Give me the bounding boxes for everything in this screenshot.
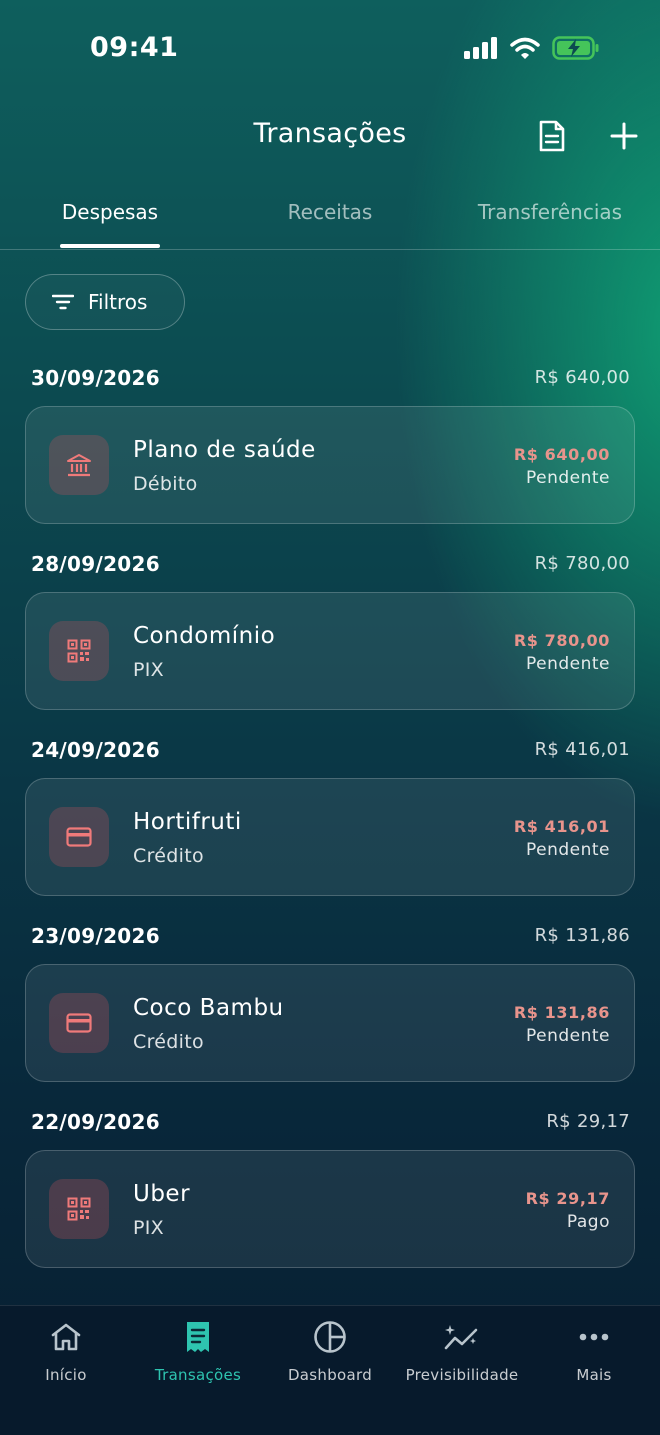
nav-previsibilidade[interactable]: Previsibilidade — [396, 1316, 528, 1384]
transaction-method: Crédito — [133, 1031, 204, 1053]
qr-code-icon — [67, 639, 91, 663]
home-icon — [51, 1323, 81, 1351]
qr-code-icon — [67, 1197, 91, 1221]
transaction-status: Pendente — [525, 1026, 610, 1046]
transaction-amount: R$ 131,86 — [513, 1003, 610, 1022]
bank-icon — [67, 454, 91, 477]
nav-label: Dashboard — [287, 1366, 373, 1384]
transaction-name: Condomínio — [133, 623, 276, 649]
wifi-icon — [510, 37, 540, 59]
transaction-method: PIX — [133, 659, 164, 681]
transaction-icon-box — [49, 807, 109, 867]
pie-chart-icon — [314, 1321, 346, 1353]
nav-label: Mais — [576, 1366, 612, 1384]
tab-despesas[interactable]: Despesas — [30, 200, 190, 224]
transaction-amount: R$ 780,00 — [513, 631, 610, 650]
group-total: R$ 640,00 — [534, 367, 630, 388]
transaction-tabs: Despesas Receitas Transferências — [0, 192, 660, 250]
transaction-card[interactable]: Condomínio PIX R$ 780,00 Pendente — [25, 592, 635, 710]
group-total: R$ 29,17 — [546, 1111, 630, 1132]
transaction-status: Pendente — [525, 468, 610, 488]
nav-label: Transações — [154, 1366, 242, 1384]
transaction-method: Crédito — [133, 845, 204, 867]
transaction-icon-box — [49, 993, 109, 1053]
status-time: 09:41 — [90, 32, 179, 63]
transaction-name: Hortifruti — [133, 809, 242, 835]
transaction-card[interactable]: Coco Bambu Crédito R$ 131,86 Pendente — [25, 964, 635, 1082]
transaction-icon-box — [49, 621, 109, 681]
transaction-amount: R$ 640,00 — [513, 445, 610, 464]
receipt-icon — [187, 1322, 209, 1352]
report-button[interactable] — [532, 116, 572, 156]
add-transaction-button[interactable] — [604, 116, 644, 156]
group-date: 22/09/2026 — [31, 1110, 160, 1134]
group-date: 23/09/2026 — [31, 924, 160, 948]
credit-card-icon — [66, 827, 92, 847]
filter-label: Filtros — [88, 290, 148, 314]
tab-transferencias[interactable]: Transferências — [460, 200, 640, 224]
active-tab-indicator — [60, 244, 160, 248]
date-group: 24/09/2026 R$ 416,01 Hortifruti Crédito … — [0, 722, 660, 908]
transaction-status: Pago — [566, 1212, 610, 1232]
nav-mais[interactable]: Mais — [528, 1316, 660, 1384]
transaction-list[interactable]: 30/09/2026 R$ 640,00 Plano de saúde Débi… — [0, 350, 660, 1305]
transaction-amount: R$ 416,01 — [513, 817, 610, 836]
date-group: 23/09/2026 R$ 131,86 Coco Bambu Crédito … — [0, 908, 660, 1094]
bottom-nav: Início Transações Dashboard Previsibilid… — [0, 1305, 660, 1435]
group-total: R$ 131,86 — [534, 925, 630, 946]
date-group: 22/09/2026 R$ 29,17 Uber PIX R$ 29,17 Pa… — [0, 1094, 660, 1280]
trend-sparkle-icon — [444, 1325, 478, 1350]
transaction-status: Pendente — [525, 840, 610, 860]
status-icons — [464, 36, 600, 60]
nav-label: Início — [45, 1366, 87, 1384]
nav-label: Previsibilidade — [405, 1366, 519, 1384]
signal-icon — [464, 37, 497, 59]
transaction-amount: R$ 29,17 — [525, 1189, 610, 1208]
document-icon — [539, 120, 565, 152]
date-group: 28/09/2026 R$ 780,00 Condomínio PIX R$ 7… — [0, 536, 660, 722]
status-bar: 09:41 — [0, 0, 660, 96]
battery-icon — [552, 36, 599, 60]
transaction-method: Débito — [133, 473, 198, 495]
transaction-status: Pendente — [525, 654, 610, 674]
nav-transacoes[interactable]: Transações — [132, 1316, 264, 1384]
transaction-icon-box — [49, 435, 109, 495]
transaction-name: Uber — [133, 1181, 191, 1207]
filter-button[interactable]: Filtros — [25, 274, 185, 330]
credit-card-icon — [66, 1013, 92, 1033]
transaction-card[interactable]: Plano de saúde Débito R$ 640,00 Pendente — [25, 406, 635, 524]
transaction-card[interactable]: Hortifruti Crédito R$ 416,01 Pendente — [25, 778, 635, 896]
plus-icon — [610, 122, 638, 150]
nav-inicio[interactable]: Início — [0, 1316, 132, 1384]
transaction-method: PIX — [133, 1217, 164, 1239]
tab-receitas[interactable]: Receitas — [250, 200, 410, 224]
date-group: 30/09/2026 R$ 640,00 Plano de saúde Débi… — [0, 350, 660, 536]
filter-icon — [52, 294, 74, 310]
group-date: 24/09/2026 — [31, 738, 160, 762]
group-total: R$ 780,00 — [534, 553, 630, 574]
group-date: 28/09/2026 — [31, 552, 160, 576]
more-dots-icon — [579, 1333, 609, 1341]
group-date: 30/09/2026 — [31, 366, 160, 390]
transaction-icon-box — [49, 1179, 109, 1239]
transaction-card[interactable]: Uber PIX R$ 29,17 Pago — [25, 1150, 635, 1268]
nav-dashboard[interactable]: Dashboard — [264, 1316, 396, 1384]
transaction-name: Coco Bambu — [133, 995, 284, 1021]
group-total: R$ 416,01 — [534, 739, 630, 760]
transaction-name: Plano de saúde — [133, 437, 316, 463]
